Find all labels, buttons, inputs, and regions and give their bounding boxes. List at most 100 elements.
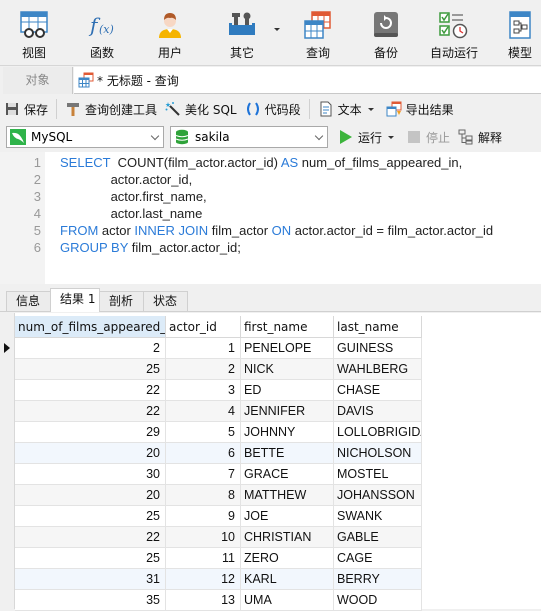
cell-num-films[interactable]: 2 — [15, 338, 166, 359]
cell-actor-id[interactable]: 8 — [166, 485, 241, 506]
cell-first-name[interactable]: JOHNNY — [241, 422, 334, 443]
tab-query[interactable]: * 无标题 - 查询 — [74, 67, 541, 94]
cell-num-films[interactable]: 22 — [15, 401, 166, 422]
column-header-last-name[interactable]: last_name — [334, 316, 422, 338]
cell-first-name[interactable]: UMA — [241, 590, 334, 611]
text-button[interactable]: 文本 — [314, 97, 382, 121]
cell-num-films[interactable]: 31 — [15, 569, 166, 590]
table-row[interactable]: 30 7 GRACE MOSTEL — [15, 464, 422, 485]
cell-first-name[interactable]: ED — [241, 380, 334, 401]
tab-objects[interactable]: 对象 — [3, 67, 73, 94]
cell-actor-id[interactable]: 6 — [166, 443, 241, 464]
cell-last-name[interactable]: JOHANSSON — [334, 485, 422, 506]
ribbon-function-button[interactable]: f (x) 函数 — [82, 0, 122, 63]
text-dropdown-arrow[interactable] — [367, 107, 374, 111]
cell-last-name[interactable]: WOOD — [334, 590, 422, 611]
database-select[interactable]: sakila — [170, 126, 328, 148]
cell-actor-id[interactable]: 7 — [166, 464, 241, 485]
cell-num-films[interactable]: 20 — [15, 443, 166, 464]
stop-button[interactable]: 停止 — [402, 125, 454, 149]
code-snippet-button[interactable]: 代码段 — [241, 97, 305, 121]
ribbon-query-button[interactable]: 查询 — [298, 0, 338, 63]
cell-last-name[interactable]: SWANK — [334, 506, 422, 527]
query-builder-button[interactable]: 查询创建工具 — [61, 97, 161, 121]
cell-actor-id[interactable]: 12 — [166, 569, 241, 590]
tab-result-1[interactable]: 结果 1 — [50, 288, 100, 312]
cell-first-name[interactable]: PENELOPE — [241, 338, 334, 359]
ribbon-backup-button[interactable]: 备份 — [366, 0, 406, 63]
cell-last-name[interactable]: DAVIS — [334, 401, 422, 422]
explain-button[interactable]: 解释 — [454, 125, 506, 149]
table-row[interactable]: 25 9 JOE SWANK — [15, 506, 422, 527]
cell-first-name[interactable]: JENNIFER — [241, 401, 334, 422]
ribbon-other-button[interactable]: 其它 — [222, 0, 262, 63]
cell-first-name[interactable]: GRACE — [241, 464, 334, 485]
tab-profile[interactable]: 剖析 — [99, 291, 144, 311]
cell-first-name[interactable]: JOE — [241, 506, 334, 527]
table-row[interactable]: 2 1 PENELOPE GUINESS — [15, 338, 422, 359]
cell-first-name[interactable]: NICK — [241, 359, 334, 380]
ribbon-view-button[interactable]: 视图 — [14, 0, 54, 63]
cell-num-films[interactable]: 25 — [15, 548, 166, 569]
table-row[interactable]: 20 6 BETTE NICHOLSON — [15, 443, 422, 464]
code-line: actor.actor_id, — [60, 172, 193, 187]
cell-actor-id[interactable]: 13 — [166, 590, 241, 611]
table-row[interactable]: 31 12 KARL BERRY — [15, 569, 422, 590]
tab-status[interactable]: 状态 — [143, 291, 188, 311]
cell-last-name[interactable]: MOSTEL — [334, 464, 422, 485]
table-row[interactable]: 29 5 JOHNNY LOLLOBRIGIDA — [15, 422, 422, 443]
cell-first-name[interactable]: MATTHEW — [241, 485, 334, 506]
column-header-num-films[interactable]: num_of_films_appeared_in — [15, 316, 166, 338]
cell-num-films[interactable]: 22 — [15, 380, 166, 401]
cell-num-films[interactable]: 30 — [15, 464, 166, 485]
cell-first-name[interactable]: ZERO — [241, 548, 334, 569]
beautify-sql-button[interactable]: 美化 SQL — [161, 97, 241, 121]
cell-num-films[interactable]: 25 — [15, 359, 166, 380]
table-row[interactable]: 22 4 JENNIFER DAVIS — [15, 401, 422, 422]
cell-actor-id[interactable]: 3 — [166, 380, 241, 401]
cell-last-name[interactable]: GUINESS — [334, 338, 422, 359]
column-header-first-name[interactable]: first_name — [241, 316, 334, 338]
cell-actor-id[interactable]: 1 — [166, 338, 241, 359]
cell-last-name[interactable]: BERRY — [334, 569, 422, 590]
cell-last-name[interactable]: NICHOLSON — [334, 443, 422, 464]
table-row[interactable]: 20 8 MATTHEW JOHANSSON — [15, 485, 422, 506]
sql-editor[interactable]: 1 2 3 4 5 6 SELECT COUNT(film_actor.actor_id)… — [0, 152, 541, 284]
cell-last-name[interactable]: CAGE — [334, 548, 422, 569]
cell-num-films[interactable]: 29 — [15, 422, 166, 443]
table-row[interactable]: 25 2 NICK WAHLBERG — [15, 359, 422, 380]
cell-first-name[interactable]: BETTE — [241, 443, 334, 464]
ribbon-other-dropdown-arrow[interactable] — [274, 28, 280, 31]
ribbon-model-button[interactable]: 模型 — [500, 0, 540, 63]
cell-last-name[interactable]: CHASE — [334, 380, 422, 401]
cell-actor-id[interactable]: 2 — [166, 359, 241, 380]
cell-num-films[interactable]: 35 — [15, 590, 166, 611]
cell-num-films[interactable]: 25 — [15, 506, 166, 527]
cell-actor-id[interactable]: 4 — [166, 401, 241, 422]
cell-last-name[interactable]: GABLE — [334, 527, 422, 548]
cell-actor-id[interactable]: 5 — [166, 422, 241, 443]
cell-num-films[interactable]: 20 — [15, 485, 166, 506]
connection-select[interactable]: MySQL — [6, 126, 164, 148]
text-label: 文本 — [337, 102, 362, 117]
ribbon-schedule-button[interactable]: 自动运行 — [426, 0, 482, 63]
run-dropdown-arrow[interactable] — [388, 135, 395, 139]
cell-first-name[interactable]: KARL — [241, 569, 334, 590]
tab-info[interactable]: 信息 — [6, 291, 52, 311]
cell-last-name[interactable]: WAHLBERG — [334, 359, 422, 380]
table-row[interactable]: 22 10 CHRISTIAN GABLE — [15, 527, 422, 548]
cell-actor-id[interactable]: 11 — [166, 548, 241, 569]
save-button[interactable]: 保存 — [0, 97, 52, 121]
cell-first-name[interactable]: CHRISTIAN — [241, 527, 334, 548]
column-header-actor-id[interactable]: actor_id — [166, 316, 241, 338]
table-row[interactable]: 25 11 ZERO CAGE — [15, 548, 422, 569]
cell-num-films[interactable]: 22 — [15, 527, 166, 548]
ribbon-user-button[interactable]: 用户 — [150, 0, 190, 63]
run-button[interactable]: 运行 — [334, 125, 402, 149]
table-row[interactable]: 35 13 UMA WOOD — [15, 590, 422, 611]
table-row[interactable]: 22 3 ED CHASE — [15, 380, 422, 401]
cell-last-name[interactable]: LOLLOBRIGIDA — [334, 422, 422, 443]
cell-actor-id[interactable]: 10 — [166, 527, 241, 548]
cell-actor-id[interactable]: 9 — [166, 506, 241, 527]
export-results-button[interactable]: 导出结果 — [382, 97, 458, 121]
